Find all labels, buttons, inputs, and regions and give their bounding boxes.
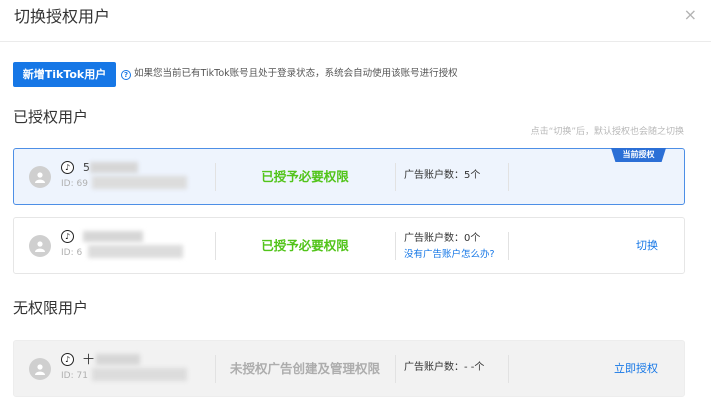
- authorize-now-button[interactable]: 立即授权: [614, 362, 658, 376]
- dialog-header: 切换授权用户 ×: [0, 0, 711, 42]
- id-redaction: [92, 176, 187, 189]
- tiktok-icon: ♪: [61, 161, 74, 174]
- divider: [395, 163, 396, 191]
- no-ad-account-help-link[interactable]: 没有广告账户怎么办?: [404, 248, 495, 261]
- user-card: ♪ ID: 6 已授予必要权限 广告账户数：0个 没有广告账户怎么办? 切换: [13, 217, 685, 274]
- divider: [395, 355, 396, 383]
- ad-account-count: 广告账户数：- -个: [404, 362, 485, 373]
- divider: [508, 355, 509, 383]
- login-hint: ? 如果您当前已有TikTok账号且处于登录状态，系统会自动使用该账号进行授权: [121, 67, 458, 81]
- switch-button[interactable]: 切换: [636, 239, 658, 253]
- user-avatar-icon: [29, 358, 51, 380]
- user-card-no-permission: ♪ 十 ID: 71 未授权广告创建及管理权限 广告账户数：- -个 立即授权: [13, 340, 685, 397]
- permission-status: 未授权广告创建及管理权限: [229, 361, 380, 376]
- authorized-section-title: 已授权用户: [13, 108, 89, 126]
- permission-status: 已授予必要权限: [261, 169, 349, 184]
- question-icon: ?: [121, 70, 131, 80]
- user-name: 十: [83, 353, 94, 366]
- permission-status: 已授予必要权限: [261, 238, 349, 253]
- user-id: ID: 6: [61, 248, 83, 258]
- user-card-current: ♪ 5 ID: 69 已授予必要权限 广告账户数：5个 当前授权: [13, 148, 685, 205]
- tiktok-icon: ♪: [61, 353, 74, 366]
- user-avatar-icon: [29, 235, 51, 257]
- divider: [508, 232, 509, 260]
- id-redaction: [88, 245, 183, 258]
- divider: [395, 232, 396, 260]
- current-authorization-badge: 当前授权: [611, 148, 666, 162]
- id-redaction: [92, 368, 187, 381]
- close-icon[interactable]: ×: [684, 6, 697, 24]
- tiktok-icon: ♪: [61, 230, 74, 243]
- login-hint-text: 如果您当前已有TikTok账号且处于登录状态，系统会自动使用该账号进行授权: [134, 68, 458, 79]
- name-redaction: [96, 354, 140, 365]
- divider: [508, 163, 509, 191]
- name-redaction: [83, 231, 143, 242]
- dialog-title: 切换授权用户: [14, 7, 111, 26]
- add-tiktok-user-button[interactable]: 新增TikTok用户: [13, 62, 116, 87]
- name-redaction: [90, 162, 138, 173]
- user-name: 5: [83, 161, 90, 174]
- ad-account-count: 广告账户数：0个: [404, 233, 481, 244]
- user-avatar-icon: [29, 166, 51, 188]
- unauthorized-section-title: 无权限用户: [13, 299, 89, 317]
- user-id: ID: 71: [61, 371, 88, 381]
- switch-note: 点击“切换”后，默认授权也会随之切换: [530, 127, 684, 137]
- user-id: ID: 69: [61, 179, 88, 189]
- ad-account-count: 广告账户数：5个: [404, 170, 481, 181]
